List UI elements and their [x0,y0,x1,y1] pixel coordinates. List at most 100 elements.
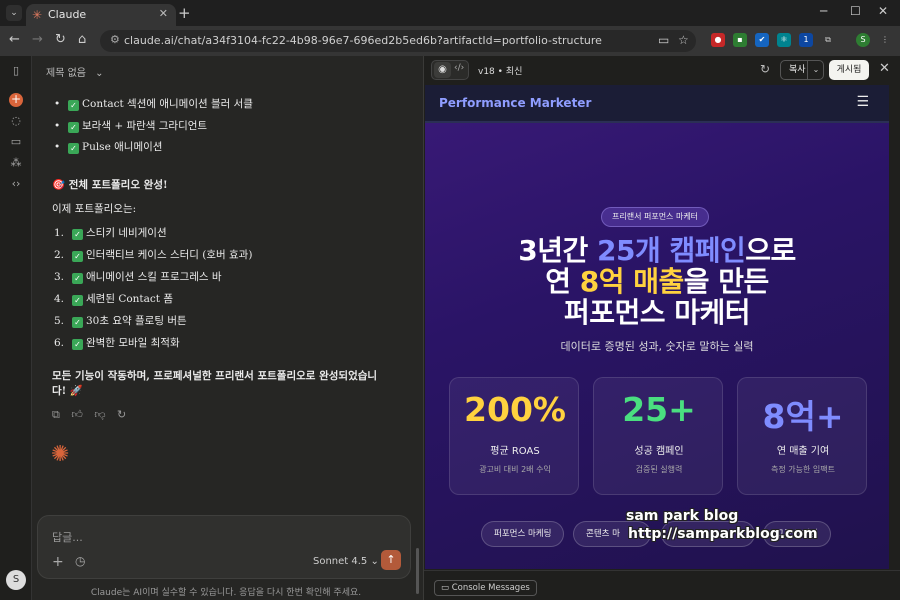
stat-value: 200% [464,390,566,429]
extension-icon[interactable]: 1 [799,33,813,47]
forward-icon[interactable]: → [32,32,43,47]
message-actions: ⧉ 👍︎ 👎︎ ↻ [52,408,134,422]
chat-title-dropdown[interactable]: 제목 없음 ⌄ [46,64,104,79]
message-composer[interactable]: 답글... + ◷ Sonnet 4.5 ⌄ ↑ [37,515,411,579]
history-clock-icon[interactable]: ◷ [75,554,85,568]
browser-tab[interactable]: ✳ Claude ✕ [26,4,176,26]
site-brand[interactable]: Performance Marketer [439,96,591,110]
site-navbar: Performance Marketer ☰ [425,85,889,123]
artifact-toolbar: ◉ ‹/› v18 • 최신 ↻ 복사 ⌄ 게시됨 ✕ [424,56,900,84]
check-icon: ✓ [72,229,83,240]
chat-title: 제목 없음 [46,68,86,79]
disclaimer: Claude는 AI이며 실수할 수 있습니다. 응답을 다시 한번 확인해 주… [90,588,362,598]
claude-favicon-icon: ✳ [32,8,43,22]
check-icon: ✓ [72,251,83,262]
site-info-icon[interactable]: ⚙ [110,33,120,46]
sidebar-rail: ▯ + ◌ ▭ ⁂ ‹› S [0,56,32,600]
cast-icon[interactable]: ▭ [658,33,669,47]
extensions-puzzle-icon[interactable]: ⧉ [821,33,835,47]
artifact-panel: ◉ ‹/› v18 • 최신 ↻ 복사 ⌄ 게시됨 ✕ Performance … [423,56,900,600]
chat-panel: 제목 없음 ⌄ • ✓ Contact 섹션에 애니메이션 블러 서클 • ✓ 보라색 … [32,56,420,600]
portfolio-preview: Performance Marketer ☰ 프리랜서 퍼포먼스 마케터 3년간… [425,85,889,569]
copy-icon[interactable]: ⧉ [52,408,60,421]
send-button[interactable]: ↑ [381,550,401,570]
tab-search-icon[interactable]: ⌄ [6,5,22,21]
tab-close-icon[interactable]: ✕ [159,7,168,20]
list-item: • ✓ Pulse 애니메이션 [54,141,163,154]
attach-plus-icon[interactable]: + [52,554,64,570]
publish-button[interactable]: 게시됨 [829,60,869,80]
reload-icon[interactable]: ↻ [55,32,66,47]
browser-menu-icon[interactable]: ⋮ [878,33,892,47]
check-icon: ✓ [72,339,83,350]
console-messages-button[interactable]: ▭ Console Messages [434,580,537,596]
extension-icon[interactable]: ✔ [755,33,769,47]
stat-sub: 검증된 실행력 [635,465,683,474]
close-icon[interactable]: ✕ [879,61,890,76]
list-item: • ✓ 보라색 + 파란색 그라디언트 [54,120,208,133]
stat-label: 연 매출 기여 [776,446,830,457]
thumbs-down-icon[interactable]: 👎︎ [94,408,105,421]
hero-badge: 프리랜서 퍼포먼스 마케터 [601,207,710,227]
profile-icon[interactable]: S [856,33,870,47]
version-label[interactable]: v18 • 최신 [478,64,522,77]
extension-icon[interactable]: ⚛ [777,33,791,47]
back-icon[interactable]: ← [9,32,20,47]
chevron-down-icon[interactable]: ⌄ [807,60,824,80]
stat-card: 25+ 성공 캠페인 검증된 실행력 [593,377,723,495]
browser-tabbar: ⌄ ✳ Claude ✕ + ─ ☐ ✕ [0,0,900,26]
code-icon[interactable]: ‹› [9,177,23,190]
code-icon[interactable]: ‹/› [454,63,464,73]
list-item: 1. ✓ 스티키 네비게이션 [54,227,167,240]
reply-input[interactable]: 답글... [52,529,83,545]
url-bar[interactable]: ⚙ claude.ai/chat/a34f3104-fc22-4b98-96e7… [100,30,696,52]
minimize-icon[interactable]: ─ [820,4,827,18]
chevron-down-icon: ⌄ [370,556,379,567]
watermark-line: sam park blog [626,508,739,524]
model-selector[interactable]: Sonnet 4.5 ⌄ [313,556,379,567]
check-icon: ✓ [72,317,83,328]
artifacts-icon[interactable]: ⁂ [9,156,23,169]
now-label: 이제 포트폴리오는: [52,203,137,215]
skill-chip[interactable]: 퍼포먼스 마케팅 [481,521,565,547]
retry-icon[interactable]: ↻ [117,408,126,421]
list-item: 6. ✓ 완벽한 모바일 최적화 [54,337,180,350]
bookmark-star-icon[interactable]: ☆ [678,33,689,47]
window-close-icon[interactable]: ✕ [878,4,888,18]
stat-label: 평균 ROAS [490,446,540,457]
claude-app: ▯ + ◌ ▭ ⁂ ‹› S 제목 없음 ⌄ • ✓ Contact 섹션에 애니메… [0,56,900,600]
stat-card: 200% 평균 ROAS 광고비 대비 2배 수익 [449,377,579,495]
stat-value: 8억+ [762,397,844,436]
projects-icon[interactable]: ▭ [9,135,23,148]
maximize-icon[interactable]: ☐ [850,4,861,18]
chat-scrollbar[interactable] [416,548,419,594]
artifact-footer: ▭ Console Messages [424,570,900,600]
preview-code-toggle[interactable]: ◉ ‹/› [431,60,469,80]
avatar[interactable]: S [6,570,26,590]
home-icon[interactable]: ⌂ [78,32,86,47]
stat-sub: 광고비 대비 2배 수익 [479,465,551,474]
reload-icon[interactable]: ↻ [760,62,770,76]
eye-icon[interactable]: ◉ [434,62,451,78]
url-text: claude.ai/chat/a34f3104-fc22-4b98-96e7-6… [124,34,602,47]
closing-line: 다! 🚀 [52,385,83,397]
stat-sub: 측정 가능한 임팩트 [771,465,835,474]
hero-subtitle: 데이터로 증명된 성과, 숫자로 말하는 실력 [560,340,754,353]
hamburger-menu-icon[interactable]: ☰ [856,94,869,110]
extension-icon[interactable]: ● [711,33,725,47]
list-item: 4. ✓ 세련된 Contact 폼 [54,293,174,306]
list-item: 5. ✓ 30초 요약 플로팅 버튼 [54,315,187,328]
new-chat-icon[interactable]: + [9,93,23,107]
sidebar-toggle-icon[interactable]: ▯ [9,64,23,77]
thumbs-up-icon[interactable]: 👍︎ [71,408,83,421]
claude-spark-icon: ✺ [51,442,70,467]
check-icon: ✓ [72,273,83,284]
check-icon: ✓ [68,100,79,111]
stat-label: 성공 캠페인 [634,446,684,457]
new-tab-icon[interactable]: + [178,4,191,22]
chats-icon[interactable]: ◌ [9,114,23,127]
complete-heading: 🎯 전체 포트폴리오 완성! [52,179,168,191]
check-icon: ✓ [72,295,83,306]
address-bar-row: ← → ↻ ⌂ ⚙ claude.ai/chat/a34f3104-fc22-4… [0,26,900,56]
extension-icon[interactable]: ▪ [733,33,747,47]
